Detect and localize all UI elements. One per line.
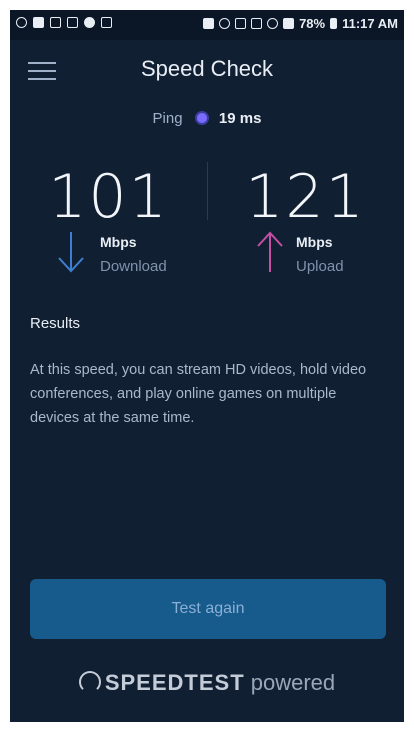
phone-screen: 78% 11:17 AM Speed Check Ping 19 ms 101 …	[10, 10, 404, 722]
ping-row: Ping 19 ms	[10, 110, 404, 127]
page-title: Speed Check	[140, 56, 274, 81]
download-arrow-icon	[58, 232, 84, 273]
download-speed-value: 101	[48, 162, 169, 232]
speedtest-powered-logo: SPEEDTEST powered	[10, 670, 404, 697]
status-bar: 78% 11:17 AM	[10, 10, 404, 40]
upload-unit: Mbps	[296, 234, 333, 250]
status-system-icons: 78% 11:17 AM	[203, 16, 398, 31]
download-label: Download	[100, 258, 167, 275]
ping-indicator-icon	[194, 111, 209, 126]
lock-icon	[203, 18, 215, 29]
results-heading: Results	[30, 315, 81, 332]
music-icon	[84, 17, 95, 28]
vibrate-icon	[251, 18, 263, 29]
results-description: At this speed, you can stream HD videos,…	[30, 362, 367, 426]
signal-icon	[283, 18, 295, 29]
video-icon	[50, 17, 61, 28]
upload-speed-value: 121	[245, 162, 366, 232]
speedtest-gauge-icon	[78, 671, 101, 694]
battery-icon	[330, 18, 338, 29]
upload-label: Upload	[296, 258, 344, 275]
ping-value: 19 ms	[218, 110, 262, 127]
calendar-icon	[33, 17, 44, 28]
mail-icon	[101, 17, 112, 28]
nfc-icon	[235, 18, 247, 29]
status-notification-icons	[16, 17, 112, 28]
accessibility-icon	[67, 17, 78, 28]
powered-label: powered	[250, 670, 336, 695]
wifi-icon	[267, 18, 279, 29]
ping-label: Ping	[152, 110, 183, 127]
sync-icon	[16, 17, 27, 28]
speedtest-brand: SPEEDTEST	[104, 670, 245, 695]
upload-arrow-icon	[257, 231, 283, 272]
battery-level: 78%	[299, 16, 326, 31]
bluetooth-icon	[219, 18, 231, 29]
clock: 11:17 AM	[342, 16, 398, 31]
test-again-button[interactable]: Test again	[30, 579, 386, 639]
download-unit: Mbps	[100, 234, 137, 250]
